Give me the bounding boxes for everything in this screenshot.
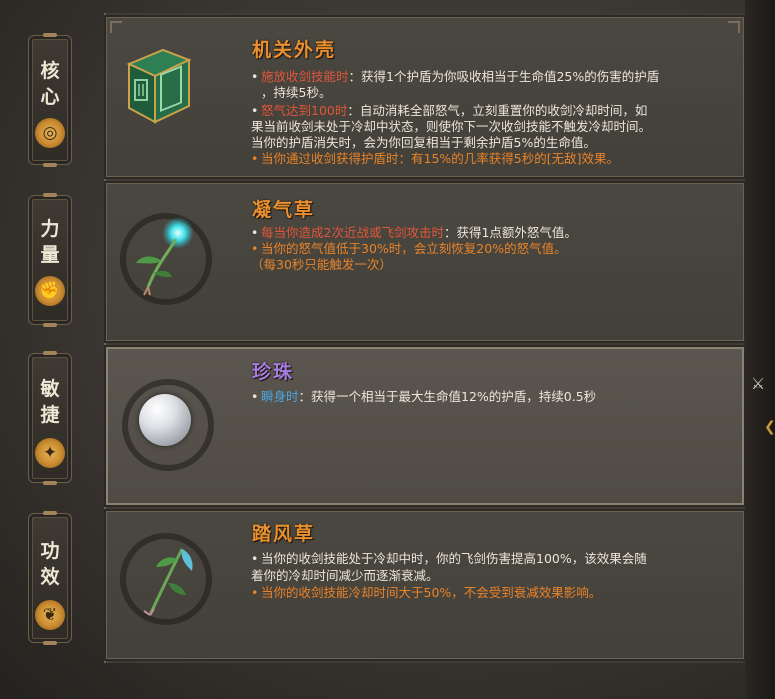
bullet: • <box>251 151 259 166</box>
tab-cap <box>43 511 57 515</box>
effect-line: 着你的冷却时间减少而逐渐衰减。 <box>251 568 731 584</box>
effect-text: 当你的收剑技能处于冷却中时，你的飞剑伤害提高100%，该效果会随 <box>261 551 647 566</box>
effect-line: • 怒气达到100时：自动消耗全部怒气，立刻重置你的收剑冷却时间，如 <box>251 103 731 119</box>
effect-line: 果当前收剑未处于冷却中状态，则使你下一次收剑技能不触发冷却时间。 <box>251 119 731 135</box>
effect-text: 当你的怒气值低于30%时，会立刻恢复20%的怒气值。 <box>261 241 567 256</box>
jade-cube-icon <box>106 17 226 167</box>
tab-strength[interactable]: 力 量 ✊ <box>28 193 72 327</box>
crossed-swords-icon[interactable]: ⚔ <box>748 374 768 394</box>
tab-cap <box>43 323 57 327</box>
tab-cap <box>43 163 57 167</box>
tab-cap <box>43 33 57 37</box>
chevron-left-icon[interactable]: ❮ <box>764 418 775 436</box>
effect-line: • 施放收剑技能时：获得1个护盾为你吸收相当于生命值25%的伤害的护盾 <box>251 69 731 85</box>
tab-effect-char-1: 功 <box>40 540 60 562</box>
effect-text: ：自动消耗全部怒气，立刻重置你的收剑冷却时间，如 <box>347 103 648 118</box>
bullet: • <box>251 551 259 566</box>
tab-effect-char-2: 效 <box>40 566 60 588</box>
tab-strength-char-2: 量 <box>40 244 60 266</box>
bullet: • <box>251 241 259 256</box>
category-tabs: 核 心 ◎ 力 量 ✊ 敏 捷 ✦ 功 效 ❦ <box>20 33 78 655</box>
card-corner <box>728 21 740 33</box>
item-card-pearl[interactable]: 珍珠 • 瞬身时：获得一个相当于最大生命值12%的护盾，持续0.5秒 <box>104 345 746 507</box>
tab-cap <box>43 193 57 197</box>
trigger-text: 瞬身时 <box>261 389 299 404</box>
item-title: 珍珠 <box>252 361 295 383</box>
bullet: • <box>251 103 259 118</box>
pearl-icon <box>106 347 226 497</box>
tab-core[interactable]: 核 心 ◎ <box>28 33 72 167</box>
item-card-wind-herb[interactable]: 踏风草 • 当你的收剑技能处于冷却中时，你的飞剑伤害提高100%，该效果会随 着你… <box>104 509 746 661</box>
trigger-text: 怒气达到100时 <box>261 103 348 118</box>
bullet: • <box>251 225 259 240</box>
tab-effect[interactable]: 功 效 ❦ <box>28 511 72 645</box>
tab-core-char-1: 核 <box>40 60 60 82</box>
tab-agility-char-2: 捷 <box>40 404 60 426</box>
item-card-condensing-herb[interactable]: 凝气草 • 每当你造成2次近战或飞剑攻击时：获得1点额外怒气值。 • 当你的怒气值低… <box>104 181 746 343</box>
tab-cap <box>43 641 57 645</box>
glowing-herb-icon <box>106 183 226 333</box>
effect-text: 当你的护盾消失时，会为你回复相当于剩余护盾5%的生命值。 <box>251 135 596 150</box>
pearl-orb <box>139 394 191 446</box>
effect-text: 果当前收剑未处于冷却中状态，则使你下一次收剑技能不触发冷却时间。 <box>251 119 652 134</box>
effect-text: ，持续5秒。 <box>261 85 332 100</box>
swirl-icon: ◎ <box>35 118 65 148</box>
item-title: 凝气草 <box>252 199 316 221</box>
bullet: • <box>251 69 259 84</box>
bullet: • <box>251 585 259 600</box>
tab-agility-char-1: 敏 <box>40 378 60 400</box>
trigger-text: 每当你造成2次近战或飞剑攻击时 <box>261 225 444 240</box>
effect-line: ，持续5秒。 <box>251 85 731 101</box>
item-card-mechanism-shell[interactable]: 机关外壳 • 施放收剑技能时：获得1个护盾为你吸收相当于生命值25%的伤害的护盾 … <box>104 15 746 179</box>
wind-herb-icon <box>106 511 226 661</box>
effect-line: • 当你通过收剑获得护盾时：有15%的几率获得5秒的[无敌]效果。 <box>251 151 731 167</box>
effect-text: ：获得一个相当于最大生命值12%的护盾，持续0.5秒 <box>298 389 597 404</box>
tab-cap <box>43 351 57 355</box>
leaping-figure-icon: ✦ <box>35 438 65 468</box>
effect-line: 当你的护盾消失时，会为你回复相当于剩余护盾5%的生命值。 <box>251 135 731 151</box>
effect-line: • 当你的收剑技能冷却时间大于50%，不会受到衰减效果影响。 <box>251 585 731 601</box>
tab-agility[interactable]: 敏 捷 ✦ <box>28 351 72 485</box>
effect-line: • 当你的收剑技能处于冷却中时，你的飞剑伤害提高100%，该效果会随 <box>251 551 731 567</box>
item-title: 踏风草 <box>252 523 316 545</box>
effect-text: ：获得1点额外怒气值。 <box>443 225 577 240</box>
tab-cap <box>43 481 57 485</box>
item-title: 机关外壳 <box>252 39 337 61</box>
effect-text: 当你的收剑技能冷却时间大于50%，不会受到衰减效果影响。 <box>261 585 602 600</box>
effect-line: • 瞬身时：获得一个相当于最大生命值12%的护盾，持续0.5秒 <box>251 389 731 405</box>
effect-text: ：获得1个护盾为你吸收相当于生命值25%的伤害的护盾 <box>348 69 660 84</box>
trigger-text: 施放收剑技能时 <box>261 69 349 84</box>
right-edge <box>745 0 775 699</box>
bullet: • <box>251 389 259 404</box>
leaf-icon: ❦ <box>35 600 65 630</box>
fist-icon: ✊ <box>35 276 65 306</box>
effect-text: 着你的冷却时间减少而逐渐衰减。 <box>251 568 439 583</box>
tab-strength-char-1: 力 <box>40 218 60 240</box>
tab-core-char-2: 心 <box>40 86 60 108</box>
effect-text: （每30秒只能触发一次） <box>251 257 392 272</box>
effect-text: 当你通过收剑获得护盾时：有15%的几率获得5秒的[无敌]效果。 <box>261 151 619 166</box>
effect-line: • 当你的怒气值低于30%时，会立刻恢复20%的怒气值。 <box>251 241 731 257</box>
effect-line: • 每当你造成2次近战或飞剑攻击时：获得1点额外怒气值。 <box>251 225 731 241</box>
effect-line: （每30秒只能触发一次） <box>251 257 731 273</box>
